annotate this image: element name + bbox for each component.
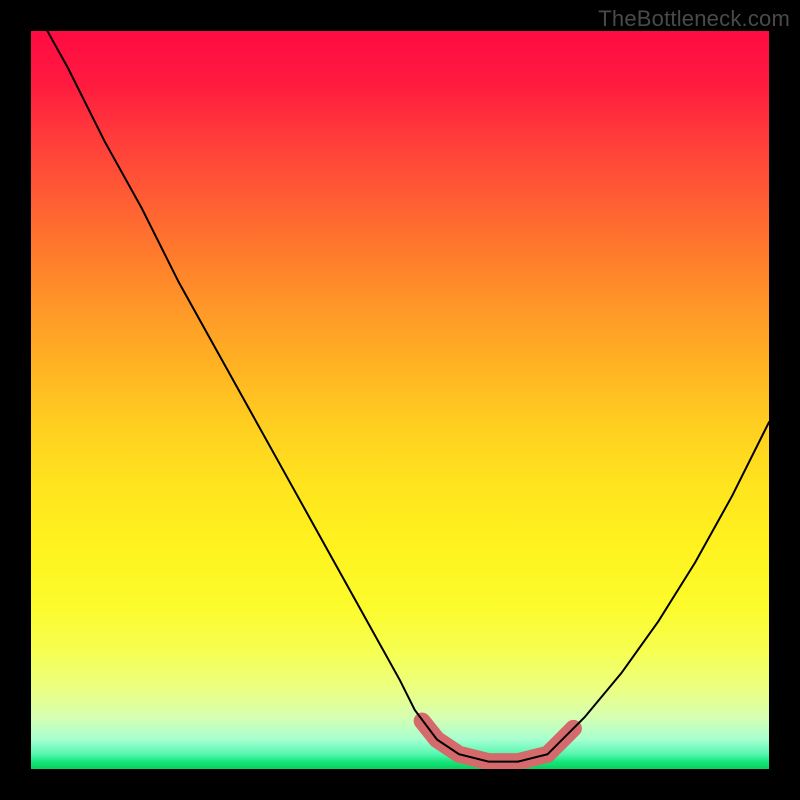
chart-svg (31, 31, 769, 769)
optimal-zone-highlight (422, 721, 573, 762)
chart-frame: TheBottleneck.com (0, 0, 800, 800)
watermark-label: TheBottleneck.com (598, 6, 790, 32)
bottleneck-curve (31, 31, 769, 762)
plot-area (31, 31, 769, 769)
